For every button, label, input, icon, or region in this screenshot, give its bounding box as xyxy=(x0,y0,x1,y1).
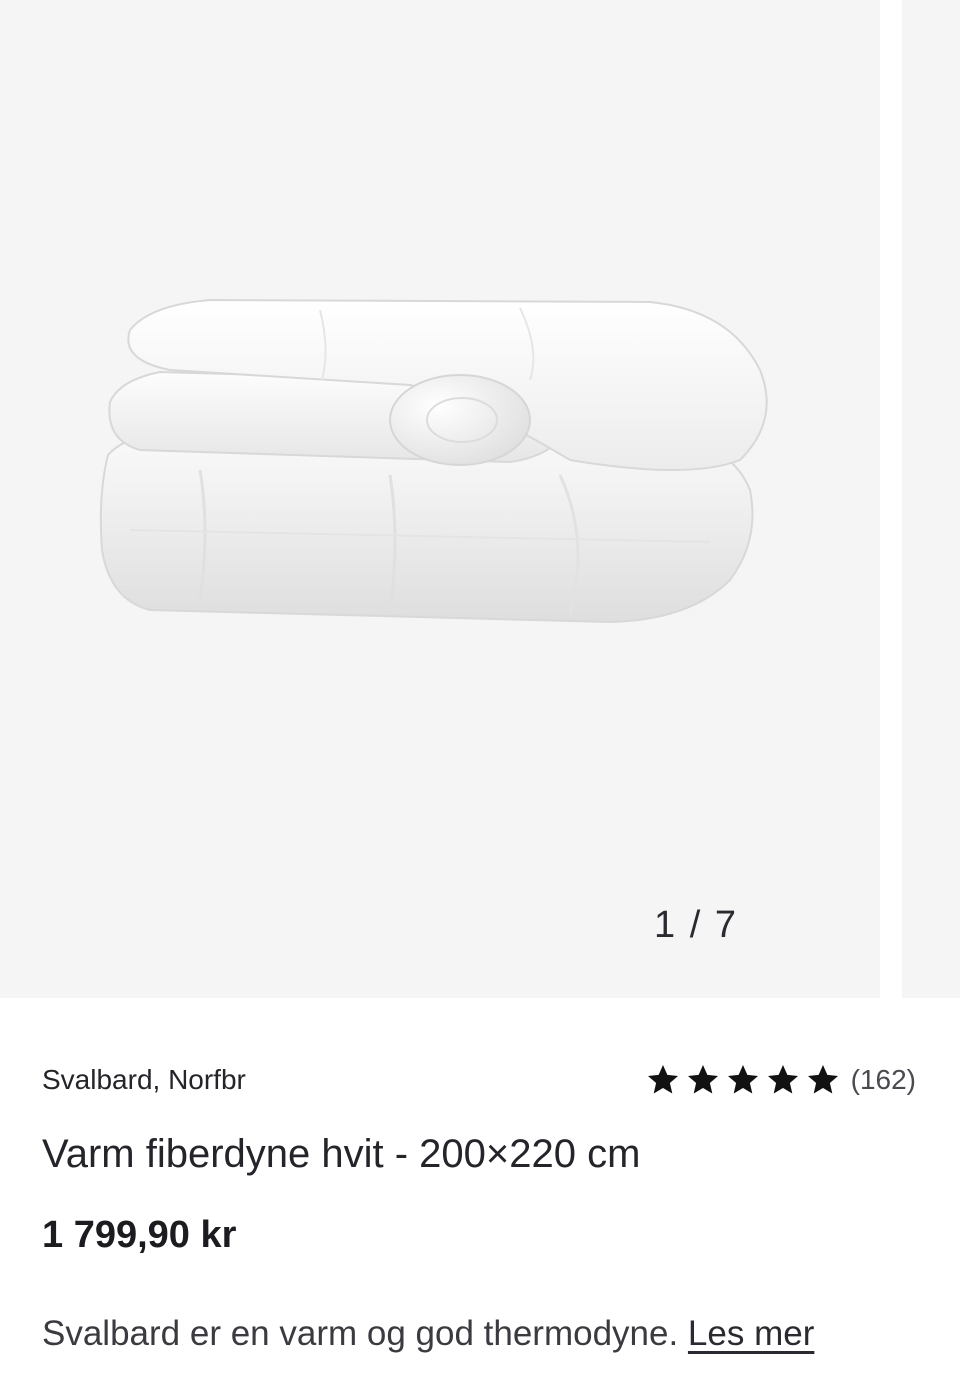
star-icon xyxy=(767,1065,798,1094)
gallery-slide-current[interactable]: 1 / 7 xyxy=(0,0,880,998)
product-image xyxy=(99,298,768,624)
read-more-link[interactable]: Les mer xyxy=(688,1314,814,1353)
product-rating[interactable]: (162) xyxy=(645,1062,916,1098)
star-icon xyxy=(807,1065,838,1094)
image-counter: 1 / 7 xyxy=(654,904,738,946)
product-image-gallery[interactable]: 1 / 7 xyxy=(0,0,960,998)
product-info: Svalbard, Norfbr (162) Varm fiberdyne hv… xyxy=(0,998,960,1384)
product-description: Svalbard er en varm og god thermodyne. L… xyxy=(42,1314,814,1354)
star-icon xyxy=(727,1065,758,1094)
product-brand[interactable]: Svalbard, Norfbr xyxy=(42,1064,246,1096)
gallery-slide-next-peek[interactable] xyxy=(902,0,960,998)
star-icon xyxy=(647,1065,678,1094)
product-price: 1 799,90 kr xyxy=(42,1214,237,1256)
star-icon xyxy=(687,1065,718,1094)
product-title: Varm fiberdyne hvit - 200×220 cm xyxy=(42,1132,641,1176)
review-count[interactable]: (162) xyxy=(851,1064,916,1096)
rating-stars xyxy=(645,1062,841,1098)
description-text: Svalbard er en varm og god thermodyne. xyxy=(42,1314,679,1353)
